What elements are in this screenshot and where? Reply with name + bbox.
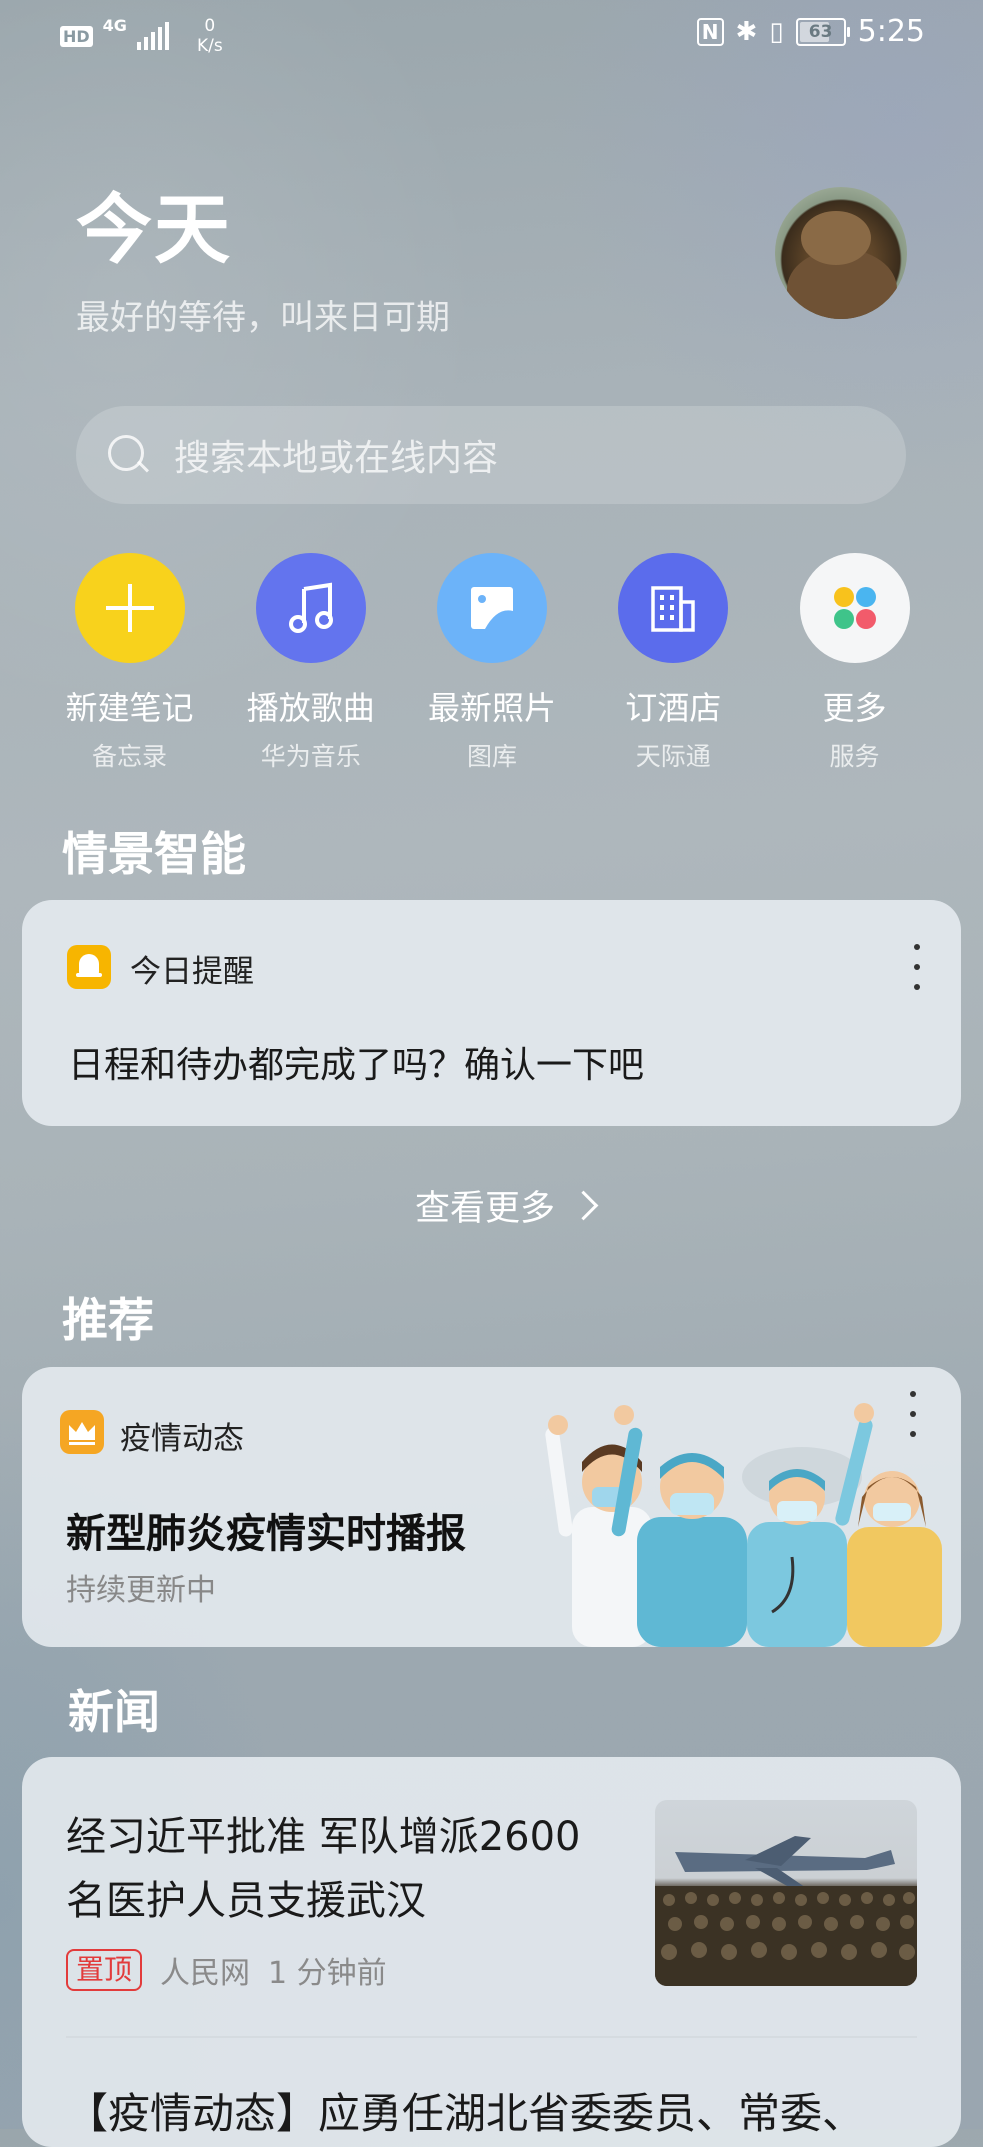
network-type: 4G: [102, 16, 127, 35]
battery-level: 63: [808, 21, 833, 42]
avatar[interactable]: [775, 187, 907, 319]
section-title-recommend: 推荐: [62, 1293, 154, 1347]
quick-action-label: 播放歌曲: [246, 689, 375, 727]
quick-action-label: 更多: [822, 689, 887, 727]
reminder-card[interactable]: 今日提醒 日程和待办都完成了吗？确认一下吧: [22, 900, 961, 1126]
quick-action-label: 最新照片: [427, 689, 556, 727]
quick-action-new-note[interactable]: 新建笔记 备忘录: [52, 553, 207, 773]
news-item-meta: 置顶 人民网 1 分钟前: [66, 1948, 387, 1992]
divider: [66, 2036, 917, 2038]
quick-action-app: 图库: [466, 742, 517, 771]
bell-icon: [67, 945, 111, 989]
quick-action-latest-photo[interactable]: 最新照片 图库: [415, 553, 570, 773]
nfc-icon: N: [696, 17, 724, 46]
signal-strength-icon: [136, 22, 169, 50]
hd-indicator: HD: [60, 25, 93, 47]
clock: 5:25: [857, 14, 925, 49]
news-time: 1 分钟前: [268, 1956, 387, 1991]
quick-action-label: 新建笔记: [65, 689, 194, 727]
quick-action-label: 订酒店: [625, 689, 722, 727]
building-icon: [651, 586, 695, 632]
news-item-title: 经习近平批准 军队增派2600 名医护人员支援武汉: [66, 1805, 581, 1933]
section-title-news: 新闻: [68, 1685, 160, 1739]
bluetooth-icon: ✱: [735, 16, 758, 47]
quick-action-app: 华为音乐: [260, 742, 361, 771]
battery-icon: 63: [795, 17, 850, 46]
quick-action-more-services[interactable]: 更多 服务: [777, 553, 932, 773]
search-icon: [106, 433, 150, 477]
quick-action-book-hotel[interactable]: 订酒店 天际通: [596, 553, 751, 773]
plus-icon: [105, 584, 154, 632]
reminder-card-text: 日程和待办都完成了吗？确认一下吧: [68, 1045, 645, 1086]
see-more-link[interactable]: 查看更多: [415, 1180, 599, 1231]
see-more-label: 查看更多: [415, 1189, 556, 1229]
epidemic-card[interactable]: 疫情动态 新型肺炎疫情实时播报 持续更新中: [22, 1367, 961, 1647]
page-subtitle: 最好的等待，叫来日可期: [76, 298, 450, 338]
epidemic-card-label: 疫情动态: [120, 1421, 244, 1457]
crown-icon: [60, 1410, 104, 1454]
quick-action-play-music[interactable]: 播放歌曲 华为音乐: [233, 553, 388, 773]
more-options-icon[interactable]: [912, 944, 922, 990]
vibrate-icon: ▯: [769, 16, 784, 47]
news-item-title-line: 经习近平批准 军队增派2600: [66, 1814, 581, 1860]
quick-action-app: 天际通: [635, 742, 711, 771]
section-title-smart: 情景智能: [62, 827, 246, 881]
photo-icon: [471, 587, 513, 629]
news-item-title-line: 名医护人员支援武汉: [66, 1878, 426, 1924]
pinned-badge: 置顶: [66, 1949, 143, 1991]
quick-action-app: 备忘录: [91, 742, 167, 771]
epidemic-card-subtitle: 持续更新中: [66, 1573, 216, 1608]
apps-grid-icon: [833, 587, 876, 629]
reminder-card-label: 今日提醒: [130, 954, 254, 990]
epidemic-card-title: 新型肺炎疫情实时播报: [66, 1511, 466, 1557]
search-input[interactable]: 搜索本地或在线内容: [76, 406, 906, 504]
music-note-icon: [288, 582, 333, 633]
network-speed-value: 0: [204, 16, 216, 36]
network-speed-unit: K/s: [196, 36, 223, 56]
quick-action-app: 服务: [829, 742, 880, 771]
search-placeholder: 搜索本地或在线内容: [174, 438, 499, 479]
page-title: 今天: [76, 185, 232, 274]
news-thumbnail: [655, 1800, 917, 1986]
status-bar: HD 4G 0 K/s N ✱ ▯ 63 5:25: [0, 0, 983, 70]
news-item-title: 【疫情动态】应勇任湖北省委委员、常委、: [66, 2089, 865, 2138]
chevron-right-icon: [568, 1190, 599, 1221]
news-source: 人民网: [160, 1956, 251, 1991]
medical-staff-illustration: [545, 1403, 942, 1647]
quick-actions: 新建笔记 备忘录 播放歌曲 华为音乐 最新照片 图库 订酒店 天际通 更多 服务: [52, 553, 932, 773]
network-speed: 0 K/s: [197, 16, 223, 56]
